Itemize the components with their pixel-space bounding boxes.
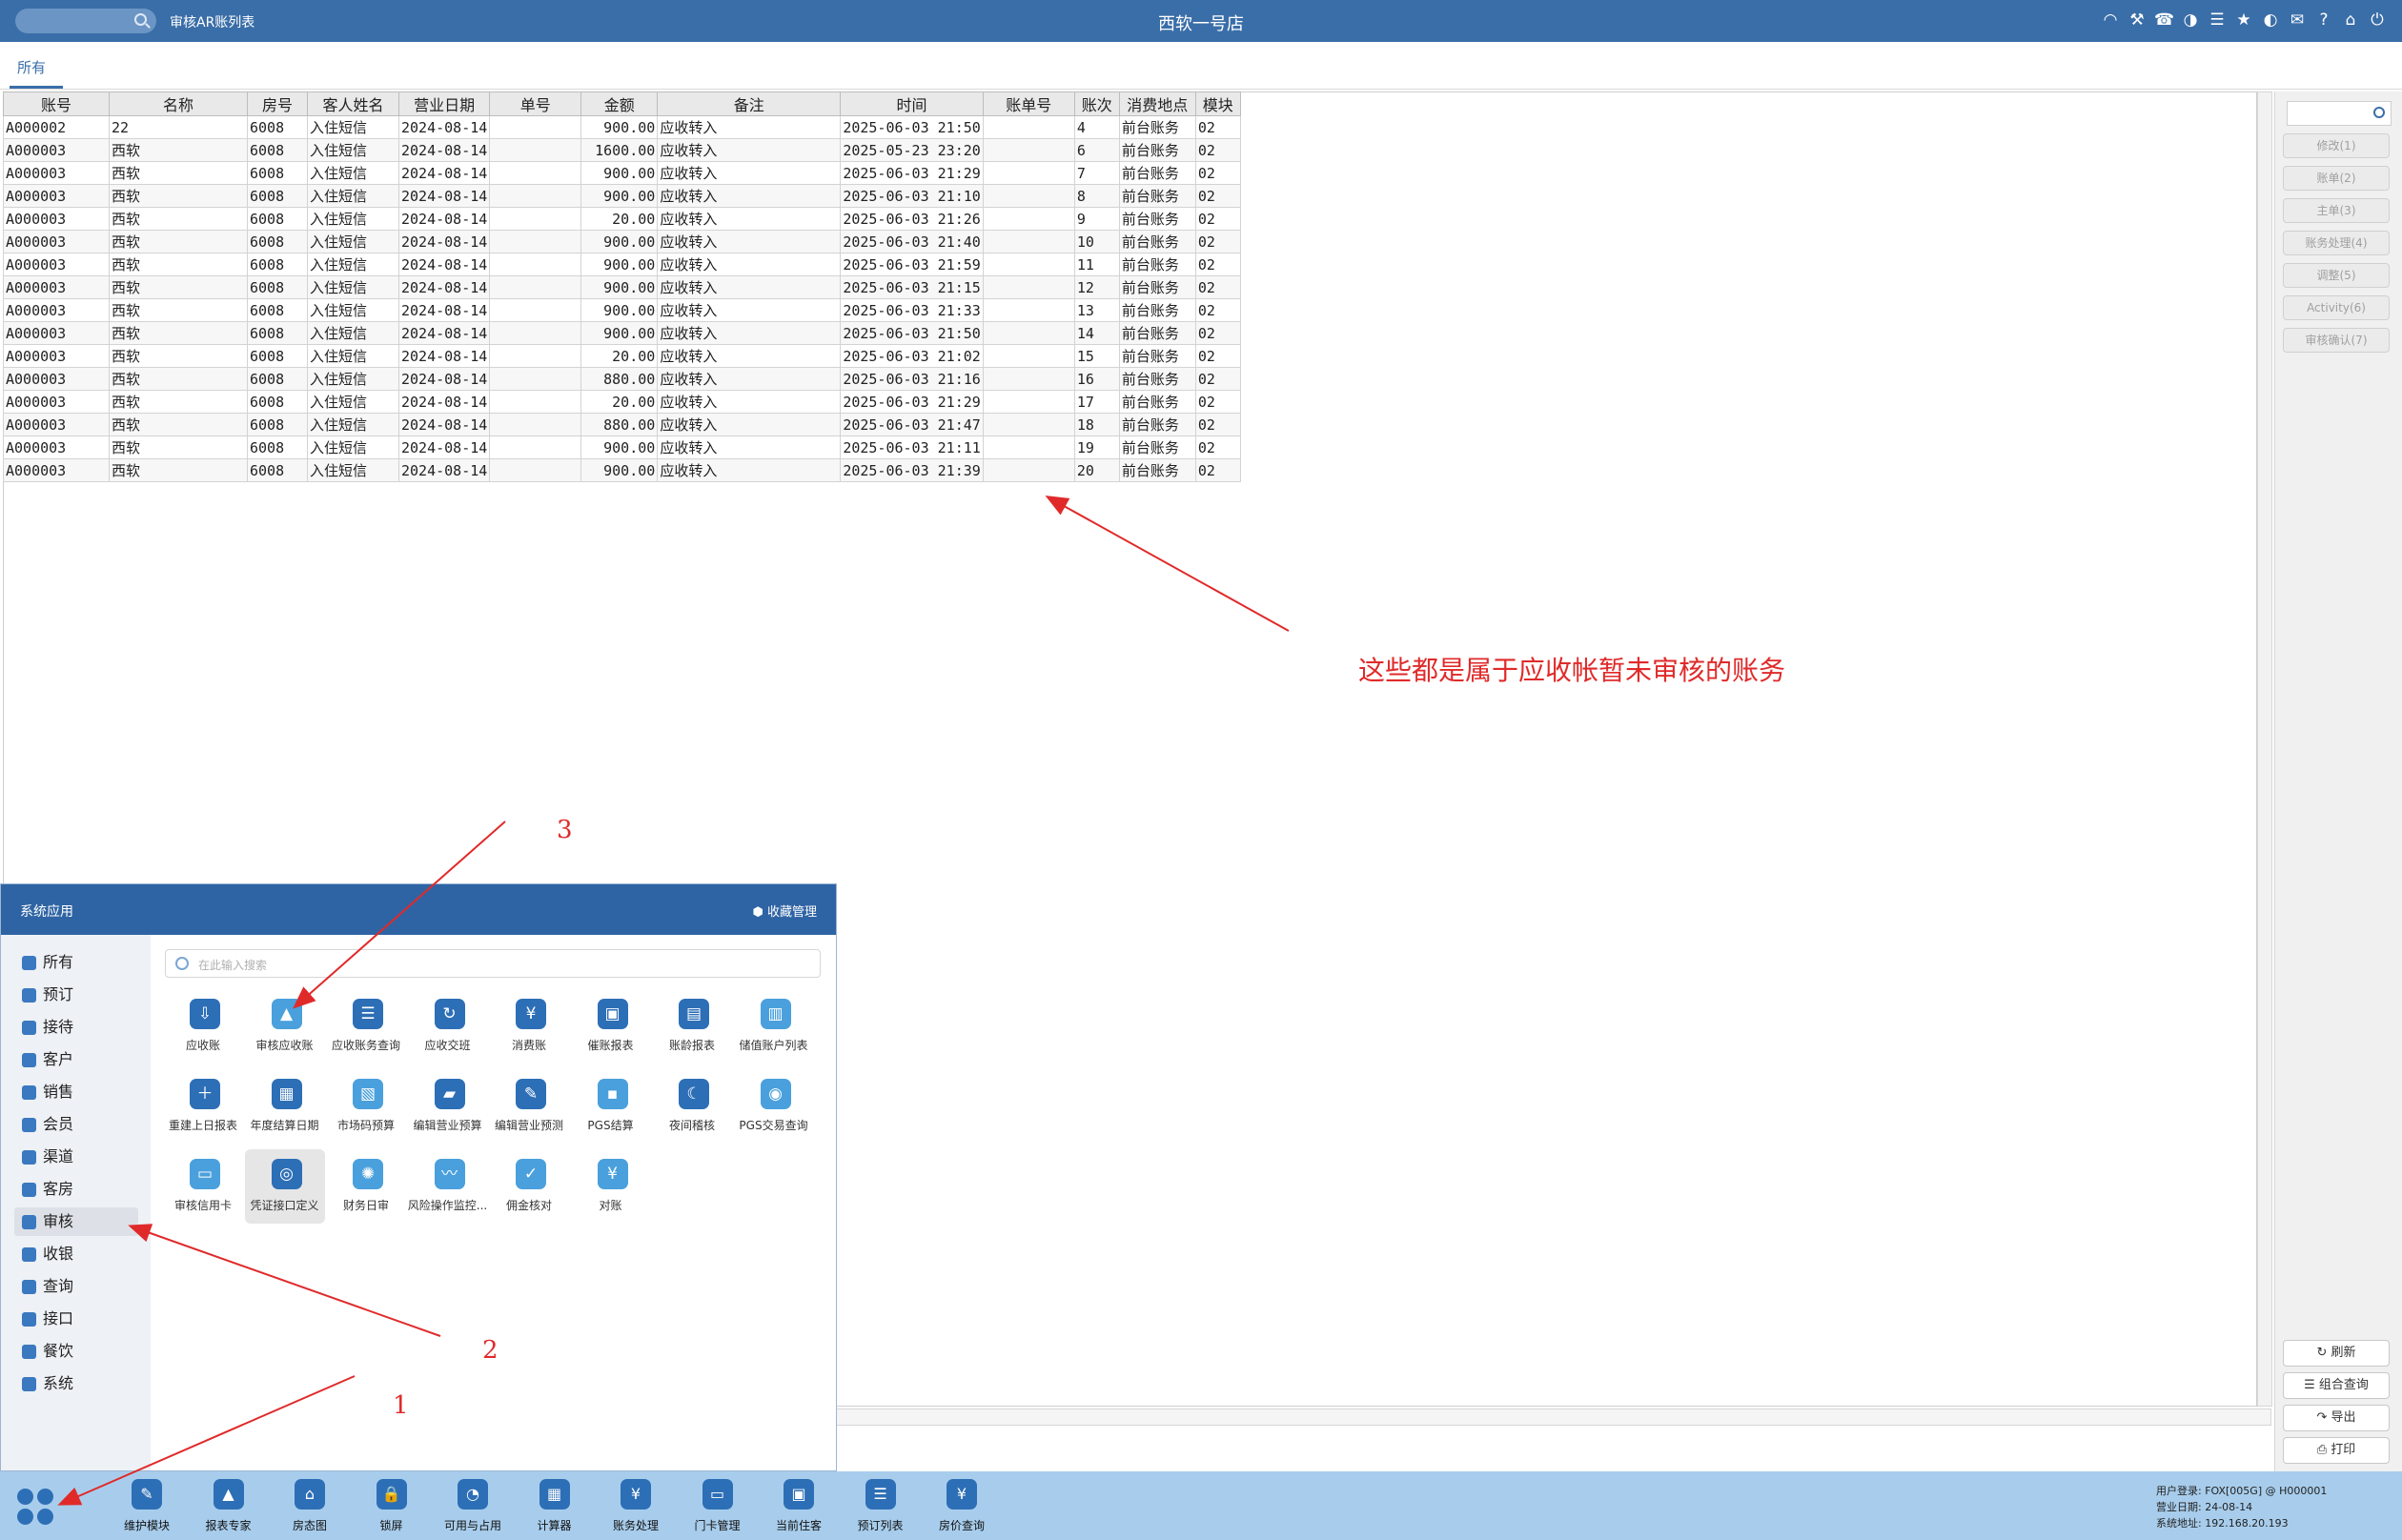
annotation-layer (57, 496, 1290, 1506)
step-label-3: 3 (557, 816, 573, 844)
arrow-to-table (1045, 496, 1290, 632)
arrow-3 (292, 821, 506, 1009)
step-label-2: 2 (482, 1336, 499, 1365)
arrow-2 (128, 1224, 441, 1337)
step-label-1: 1 (393, 1391, 409, 1420)
annotation-note: 这些都是属于应收帐暂未审核的账务 (1358, 655, 1786, 686)
arrow-1 (57, 1375, 356, 1506)
